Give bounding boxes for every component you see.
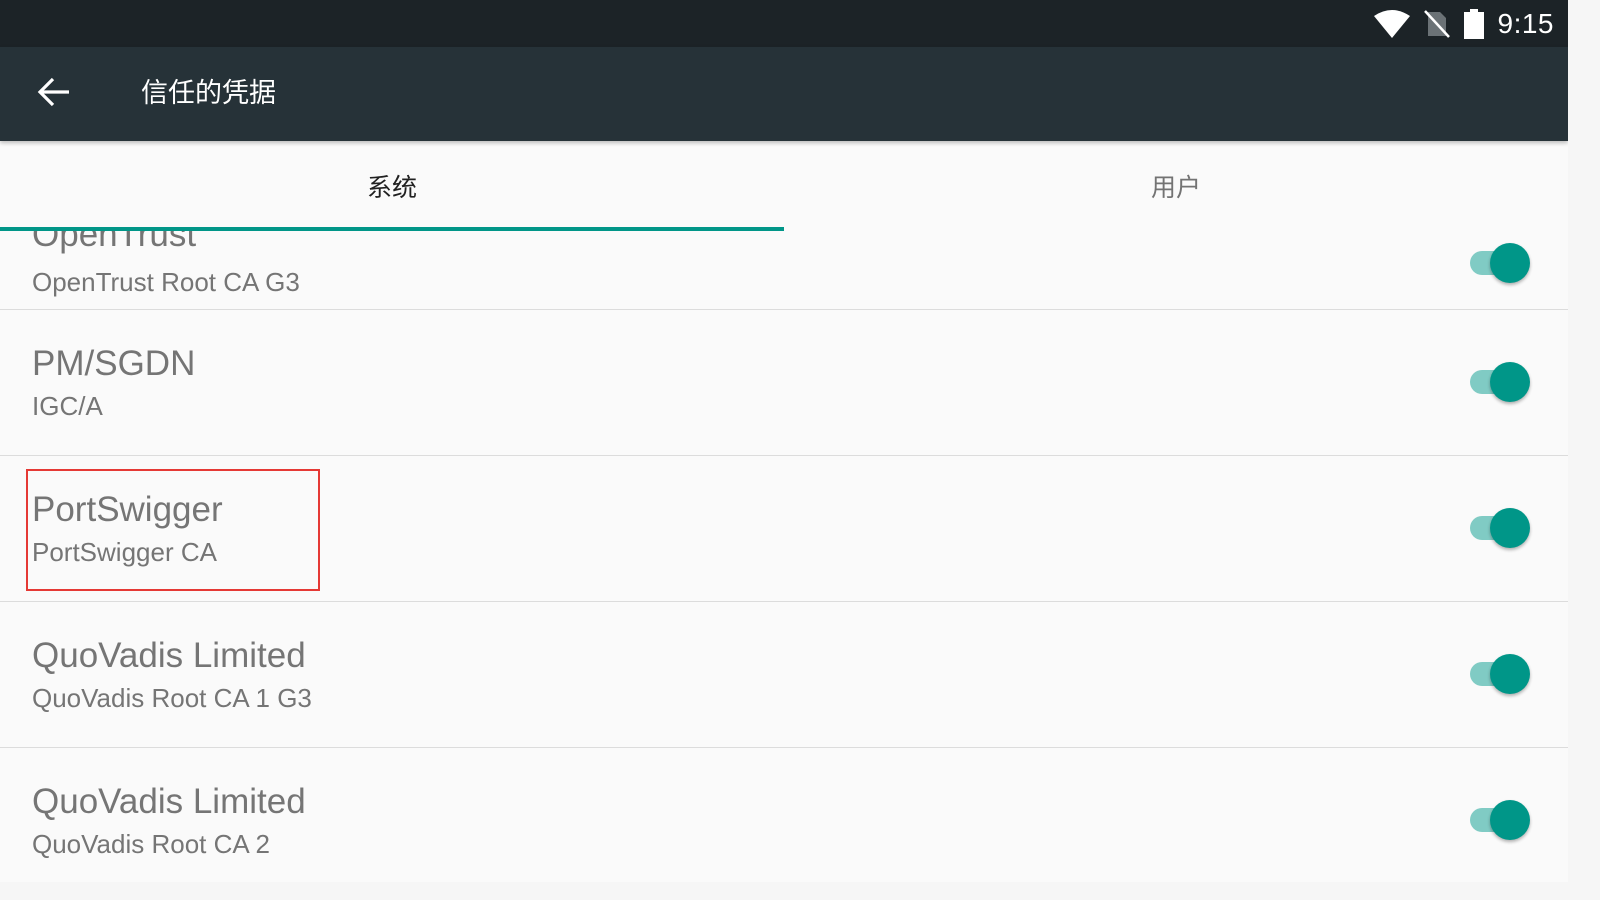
tab-label: 用户 <box>1150 173 1201 202</box>
certificate-name: QuoVadis Root CA 2 <box>32 829 270 859</box>
certificate-list[interactable]: OpenTrust OpenTrust Root CA G3 PM/SGDN I… <box>0 141 1568 882</box>
tab-label: 系统 <box>366 173 417 202</box>
certificate-name: QuoVadis Root CA 1 G3 <box>32 683 312 713</box>
certificate-row[interactable]: PortSwigger PortSwigger CA <box>0 456 1568 602</box>
certificate-org: PM/SGDN <box>32 344 196 383</box>
switch-thumb <box>1490 243 1530 283</box>
switch-thumb <box>1490 800 1530 840</box>
switch-thumb <box>1490 362 1530 402</box>
status-icons: 9:15 <box>1373 0 1555 47</box>
status-bar: 9:15 <box>0 0 1568 47</box>
app-toolbar: 信任的凭据 <box>0 47 1568 141</box>
wifi-icon <box>1373 9 1410 38</box>
certificate-name: PortSwigger CA <box>32 537 217 567</box>
certificate-name: OpenTrust Root CA G3 <box>32 267 300 297</box>
certificate-toggle[interactable] <box>1468 362 1532 402</box>
back-button[interactable] <box>26 69 82 119</box>
certificate-name: IGC/A <box>32 391 103 421</box>
switch-thumb <box>1490 654 1530 694</box>
certificate-row[interactable]: QuoVadis Limited QuoVadis Root CA 2 <box>0 748 1568 882</box>
certificate-org: PortSwigger <box>32 490 223 529</box>
screen: 9:15 信任的凭据 OpenTrust OpenTrust Root CA G… <box>0 0 1568 882</box>
switch-thumb <box>1490 508 1530 548</box>
tab-indicator <box>0 227 784 231</box>
certificate-toggle[interactable] <box>1468 800 1532 840</box>
no-sim-icon <box>1423 9 1450 38</box>
battery-icon <box>1463 8 1484 39</box>
tab-user[interactable]: 用户 <box>784 141 1568 231</box>
tab-bar: 系统 用户 <box>0 141 1568 231</box>
certificate-toggle[interactable] <box>1468 508 1532 548</box>
arrow-back-icon <box>37 77 71 111</box>
clock: 9:15 <box>1497 7 1554 39</box>
page-title: 信任的凭据 <box>141 78 276 109</box>
certificate-toggle[interactable] <box>1468 654 1532 694</box>
certificate-toggle[interactable] <box>1468 243 1532 283</box>
certificate-org: QuoVadis Limited <box>32 782 306 821</box>
certificate-org: QuoVadis Limited <box>32 636 306 675</box>
tab-system[interactable]: 系统 <box>0 141 784 231</box>
certificate-row[interactable]: PM/SGDN IGC/A <box>0 310 1568 456</box>
certificate-row[interactable]: QuoVadis Limited QuoVadis Root CA 1 G3 <box>0 602 1568 748</box>
